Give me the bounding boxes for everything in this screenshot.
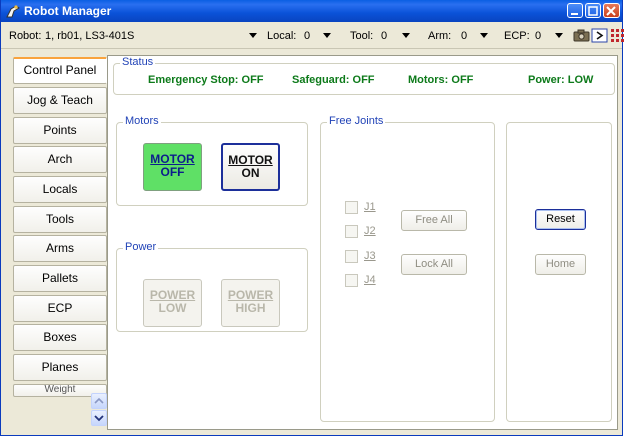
arm-select[interactable]: 0	[461, 30, 467, 42]
tab-tools[interactable]: Tools	[13, 206, 107, 233]
j3-checkbox[interactable]	[345, 250, 358, 263]
free-joints-group: Free Joints J1 J2 J3 J4 Free All Lock Al…	[320, 115, 495, 422]
robot-select[interactable]: 1, rb01, LS3-401S	[45, 30, 134, 42]
j4-checkbox[interactable]	[345, 274, 358, 287]
actions-group: Reset Home	[506, 122, 612, 422]
tab-control-panel[interactable]: Control Panel	[13, 57, 107, 84]
title-bar: Robot Manager	[1, 0, 622, 22]
tool-label: Tool:	[350, 30, 374, 42]
tab-arms[interactable]: Arms	[13, 235, 107, 262]
chevron-down-icon	[94, 415, 104, 422]
close-icon	[606, 6, 616, 16]
robot-icon	[6, 5, 20, 18]
power-high-line2: HIGH	[235, 301, 266, 315]
motors-group: Motors MOTOR OFF MOTOR ON	[116, 115, 308, 206]
robot-label: Robot:	[9, 30, 42, 42]
power-status: Power: LOW	[528, 74, 594, 86]
ecp-select[interactable]: 0	[535, 30, 541, 42]
home-button[interactable]: Home	[535, 254, 586, 275]
motors-group-title: Motors	[123, 115, 161, 127]
robot-manager-window: Robot Manager Robot: 1, rb01, LS3-401S L…	[0, 0, 624, 436]
tab-planes[interactable]: Planes	[13, 354, 107, 381]
tab-pallets[interactable]: Pallets	[13, 265, 107, 292]
status-group-title: Status	[120, 56, 156, 68]
status-group: Status Emergency Stop: OFF Safeguard: OF…	[113, 56, 615, 95]
maximize-icon	[588, 6, 598, 16]
maximize-button[interactable]	[585, 3, 601, 18]
motor-off-button[interactable]: MOTOR OFF	[143, 143, 202, 191]
minimize-icon	[571, 13, 578, 15]
lock-all-button[interactable]: Lock All	[401, 254, 467, 275]
camera-icon[interactable]	[573, 27, 590, 44]
free-all-button[interactable]: Free All	[401, 210, 467, 231]
power-high-button[interactable]: POWER HIGH	[221, 279, 280, 327]
window-title: Robot Manager	[24, 4, 112, 18]
ecp-dropdown-icon[interactable]	[554, 30, 564, 40]
chevron-up-icon	[94, 397, 104, 404]
power-group-title: Power	[123, 241, 159, 253]
scroll-down-button[interactable]	[91, 410, 107, 426]
local-select[interactable]: 0	[304, 30, 310, 42]
tab-jog-teach[interactable]: Jog & Teach	[13, 87, 107, 114]
tab-scrollbar[interactable]	[91, 393, 107, 427]
power-group: Power POWER LOW POWER HIGH	[116, 241, 308, 332]
tool-select[interactable]: 0	[381, 30, 387, 42]
power-low-line2: LOW	[158, 301, 187, 315]
tab-locals[interactable]: Locals	[13, 176, 107, 203]
scroll-up-button[interactable]	[91, 393, 107, 409]
local-dropdown-icon[interactable]	[322, 30, 332, 40]
motor-on-button[interactable]: MOTOR ON	[221, 143, 280, 191]
j1-label: J1	[364, 201, 376, 213]
j1-checkbox[interactable]	[345, 201, 358, 214]
tab-boxes[interactable]: Boxes	[13, 324, 107, 351]
close-button[interactable]	[603, 3, 620, 18]
reset-button[interactable]: Reset	[535, 209, 586, 230]
j4-label: J4	[364, 274, 376, 286]
j2-checkbox[interactable]	[345, 225, 358, 238]
sidebar-tabs: Control Panel Jog & Teach Points Arch Lo…	[13, 57, 107, 427]
toolbar: Robot: 1, rb01, LS3-401S Local: 0 Tool: …	[1, 22, 624, 49]
arm-label: Arm:	[428, 30, 452, 42]
control-panel-content: Status Emergency Stop: OFF Safeguard: OF…	[107, 55, 618, 430]
tab-ecp[interactable]: ECP	[13, 295, 107, 322]
run-icon[interactable]	[591, 27, 608, 44]
tab-points[interactable]: Points	[13, 117, 107, 144]
arm-dropdown-icon[interactable]	[479, 30, 489, 40]
power-low-button[interactable]: POWER LOW	[143, 279, 202, 327]
ecp-label: ECP:	[504, 30, 530, 42]
local-label: Local:	[267, 30, 297, 42]
tab-arch[interactable]: Arch	[13, 146, 107, 173]
motor-on-line2: ON	[241, 166, 260, 180]
motor-off-line2: OFF	[160, 165, 185, 179]
safeguard-status: Safeguard: OFF	[292, 74, 375, 86]
j2-label: J2	[364, 225, 376, 237]
free-joints-group-title: Free Joints	[327, 115, 386, 127]
tool-dropdown-icon[interactable]	[401, 30, 411, 40]
minimize-button[interactable]	[567, 3, 583, 18]
emergency-stop-status: Emergency Stop: OFF	[148, 74, 264, 86]
grid-icon[interactable]	[609, 27, 626, 44]
j3-label: J3	[364, 250, 376, 262]
motors-status: Motors: OFF	[408, 74, 474, 86]
robot-dropdown-icon[interactable]	[248, 30, 258, 40]
